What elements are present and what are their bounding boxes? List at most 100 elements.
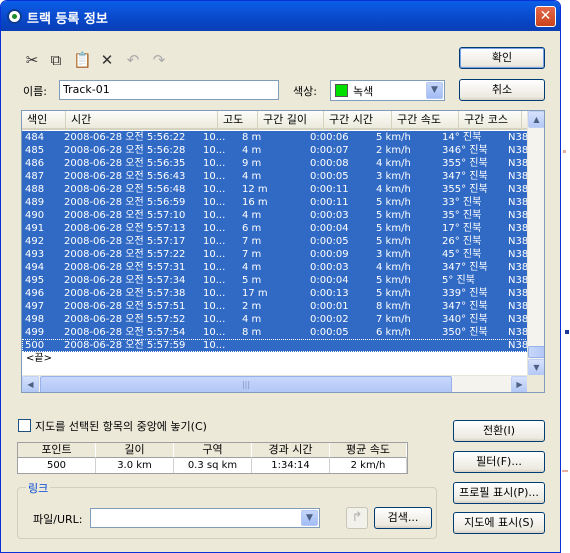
table-cell: 10... [203,158,226,169]
paste-icon[interactable]: 📋 [73,51,92,69]
table-cell: 3 km/h [376,171,411,182]
table-cell: N38 [508,171,529,182]
table-cell: 494 [25,262,45,273]
table-cell: 347° 진북 [442,262,488,273]
table-cell: 7 m [242,236,262,247]
table-cell: N38 [508,249,529,260]
table-cell: 340° 진북 [442,314,488,325]
table-cell: 490 [25,210,45,221]
table-cell: 0:00:02 [310,314,349,325]
column-header[interactable]: 구간 코스 [459,111,522,130]
table-cell: 4 km/h [376,184,411,195]
column-header[interactable]: 구간 시간 [324,111,392,130]
table-cell: 492 [25,236,45,247]
table-cell: 4 m [242,145,262,156]
vertical-scrollbar[interactable]: ▲ ▼ [527,111,544,376]
center-map-checkbox[interactable] [18,419,31,432]
convert-button[interactable]: 전환(I) [453,420,545,442]
column-header[interactable]: 색인 [22,111,66,130]
column-header[interactable]: 구간 속도 [392,111,459,130]
search-button[interactable]: 검색... [374,507,432,529]
table-row[interactable]: 498 2008-06-28 오전 5:57:52 10... 4 m 0:00:02 7… [22,313,528,326]
table-cell: 350° 진북 [442,327,488,338]
open-link-icon[interactable]: ↱ [346,507,368,529]
table-cell: 0:00:11 [310,197,349,208]
profile-button[interactable]: 프로필 표시(P)... [453,482,545,504]
summary-column: 길이 3.0 km [96,443,174,473]
cut-icon[interactable]: ✂ [23,51,41,69]
table-row[interactable]: 489 2008-06-28 오전 5:56:59 10... 16 m 0:00:11… [22,196,528,209]
delete-icon[interactable]: ✕ [98,51,116,69]
close-button[interactable]: ✕ [535,6,556,27]
table-row[interactable]: 490 2008-06-28 오전 5:57:10 10... 4 m 0:00:03 5… [22,209,528,222]
chevron-down-icon[interactable]: ▼ [301,510,318,526]
table-cell: 0:00:05 [310,171,349,182]
horizontal-scroll-thumb[interactable]: ||| [40,376,452,392]
table-cell: N38 [508,210,529,221]
center-map-label: 지도를 선택된 항목의 중앙에 놓기(C) [35,420,207,433]
table-row[interactable]: 493 2008-06-28 오전 5:57:22 10... 7 m 0:00:09 3… [22,248,528,261]
table-row[interactable]: 492 2008-06-28 오전 5:57:17 10... 7 m 0:00:05 5… [22,235,528,248]
table-row[interactable]: 499 2008-06-28 오전 5:57:54 10... 8 m 0:00:05 6… [22,326,528,339]
track-properties-dialog: 트랙 등록 정보 ✕ ✂ ⧉ 📋 ✕ ↶ ↷ 확인 취소 이름: Track-01 색상:… [0,0,561,553]
table-cell: 0:00:04 [310,223,349,234]
vertical-scroll-thumb[interactable] [528,346,544,358]
copy-icon[interactable]: ⧉ [47,51,65,69]
show-on-map-button[interactable]: 지도에 표시(S) [453,512,545,534]
cancel-button[interactable]: 취소 [459,79,545,101]
table-cell: N38 [508,275,529,286]
scroll-left-icon[interactable]: ◀ [22,376,39,392]
table-cell: 5 km/h [376,132,411,143]
table-row[interactable]: 500 2008-06-28 오전 5:57:59 10... N38 [22,339,528,352]
table-cell: 2008-06-28 오전 5:57:38 [64,288,186,299]
title-bar[interactable]: 트랙 등록 정보 ✕ [1,1,560,31]
table-cell: 500 [25,340,45,351]
name-input[interactable]: Track-01 [59,80,279,100]
column-header[interactable]: 구간 길이 [258,111,324,130]
table-row[interactable]: 497 2008-06-28 오전 5:57:51 10... 2 m 0:00:01 8… [22,300,528,313]
file-url-input[interactable]: ▼ [90,508,320,528]
table-row[interactable]: 486 2008-06-28 오전 5:56:35 10... 9 m 0:00:08 4… [22,157,528,170]
summary-header: 길이 [96,443,174,458]
table-cell: N38 [508,314,529,325]
ok-button[interactable]: 확인 [459,47,545,69]
table-row[interactable]: 491 2008-06-28 오전 5:57:13 10... 6 m 0:00:04 5… [22,222,528,235]
table-cell: 10... [203,314,226,325]
table-cell: 0:00:05 [310,327,349,338]
table-cell: 339° 진북 [442,288,488,299]
table-cell: 8 m [242,132,262,143]
table-cell: 10... [203,275,226,286]
table-cell: 0:00:05 [310,236,349,247]
table-row[interactable]: 496 2008-06-28 오전 5:57:38 10... 17 m 0:00:13… [22,287,528,300]
table-cell: 5 km/h [376,236,411,247]
table-cell: N38 [508,145,529,156]
table-row[interactable]: 494 2008-06-28 오전 5:57:31 10... 4 m 0:00:03 4… [22,261,528,274]
table-row[interactable]: 485 2008-06-28 오전 5:56:28 10... 4 m 0:00:07 2… [22,144,528,157]
table-row[interactable]: 484 2008-06-28 오전 5:56:22 10... 8 m 0:00:06 5… [22,131,528,144]
filter-button[interactable]: 필터(F)... [453,451,545,473]
table-cell: 6 m [242,223,262,234]
scroll-up-icon[interactable]: ▲ [528,111,544,128]
scroll-down-icon[interactable]: ▼ [528,359,544,376]
horizontal-scrollbar[interactable]: ◀ ||| ▶ [22,375,528,392]
column-header[interactable]: 시간 [66,111,218,130]
list-header: 색인시간고도구간 길이구간 시간구간 속도구간 코스위치 [22,111,544,130]
table-row[interactable]: 487 2008-06-28 오전 5:56:43 10... 4 m 0:00:05 3… [22,170,528,183]
list-end-marker[interactable]: <끝> [22,352,528,365]
track-point-list[interactable]: 색인시간고도구간 길이구간 시간구간 속도구간 코스위치 4842008-06-… [21,110,545,393]
table-cell: 0:00:11 [310,184,349,195]
redo-icon[interactable]: ↷ [150,51,168,69]
table-row[interactable]: 495 2008-06-28 오전 5:57:34 10... 5 m 0:00:04 5… [22,274,528,287]
table-cell: 10... [203,184,226,195]
table-row[interactable]: 488 2008-06-28 오전 5:56:48 10... 12 m 0:00:11… [22,183,528,196]
table-cell: 45° 진북 [442,249,482,260]
table-cell: 499 [25,327,45,338]
color-select[interactable]: 녹색 ▼ [330,80,445,101]
table-cell: 10... [203,301,226,312]
table-cell: 0:00:07 [310,145,349,156]
table-cell: 5 m [242,275,262,286]
scroll-right-icon[interactable]: ▶ [511,376,528,392]
undo-icon[interactable]: ↶ [124,51,142,69]
column-header[interactable]: 고도 [218,111,258,130]
chevron-down-icon[interactable]: ▼ [426,82,443,99]
